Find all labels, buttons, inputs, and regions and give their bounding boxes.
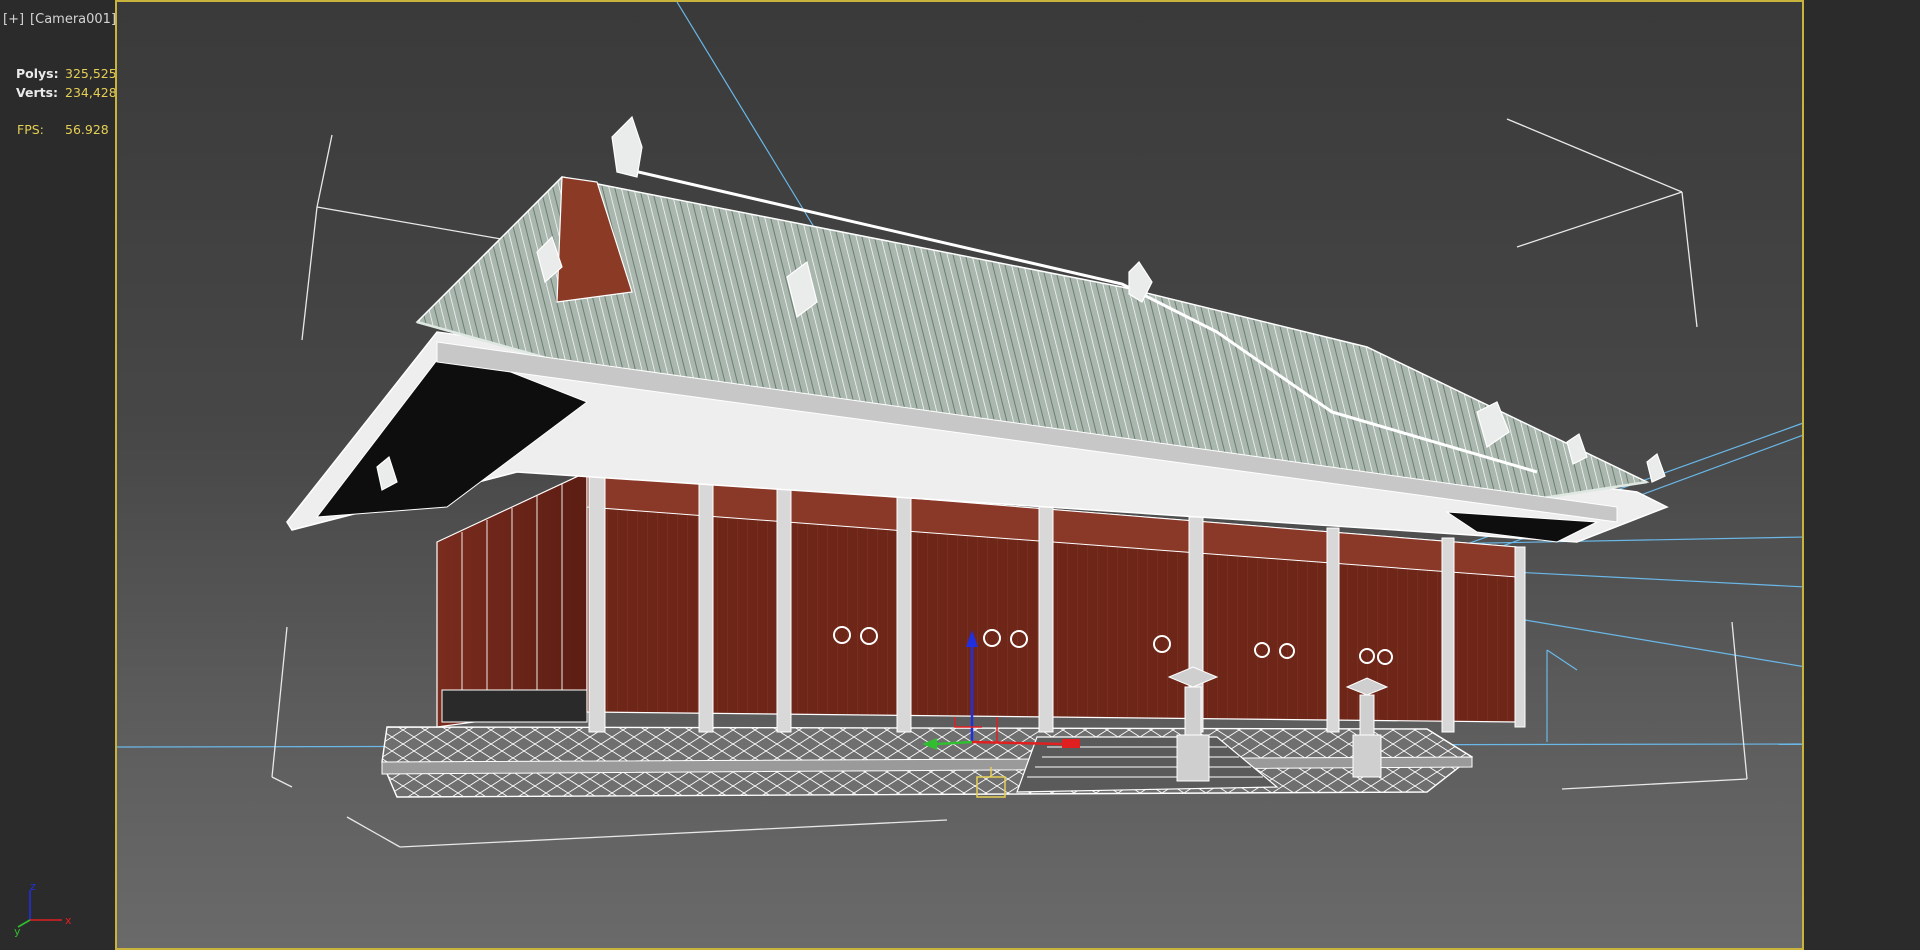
safe-frame [115,0,1804,950]
statistics-panel: Polys: 325,525 Verts: 234,428 [16,64,117,102]
scene-render[interactable] [117,2,1804,950]
axis-y-label: y [14,925,21,938]
fps-label: FPS: [17,122,44,137]
viewport[interactable]: [+] [Camera001] Polys: 325,525 Verts: 234,4… [0,0,1920,950]
fps-value: 56.928 [65,122,109,137]
axis-z-label: z [30,882,36,893]
verts-label: Verts: [16,85,59,100]
verts-value: 234,428 [65,85,117,100]
polys-value: 325,525 [65,66,117,81]
axis-x-label: x [65,914,72,927]
viewport-label: [+] [Camera001] [3,12,122,27]
axis-tripod: z x y [14,882,72,938]
temple-roof [286,115,1669,543]
polys-label: Polys: [16,66,59,81]
viewport-camera-menu[interactable]: [Camera001] [30,12,116,27]
fps-readout: FPS: 56.928 [17,122,109,137]
temple-platform [381,726,1474,798]
viewport-plus-menu[interactable]: [+] [3,12,24,27]
